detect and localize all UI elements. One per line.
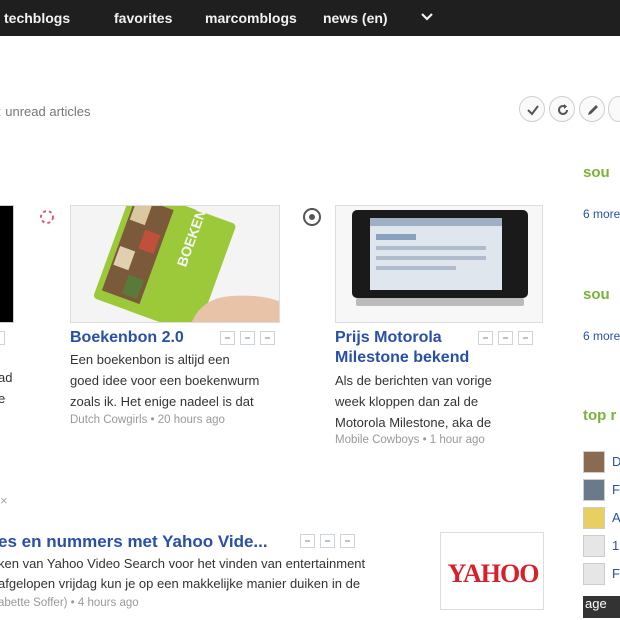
sidebar-section-title-2: sou [583,286,610,303]
sidebar-user-3[interactable]: A [612,510,620,525]
refresh-icon [558,104,568,115]
close-icon[interactable]: × [0,493,8,508]
refresh-button[interactable] [549,96,575,122]
close-action-icon[interactable] [260,331,275,345]
card-title-line-2[interactable]: Milestone bekend [335,348,469,368]
yahoo-logo: YAHOO [447,559,540,588]
avatar[interactable] [583,479,605,501]
sidebar-user-1[interactable]: D [612,454,620,469]
card-snippet-3: zoals ik. Het enige nadeel is dat [70,394,254,409]
sidebar-more-link-1[interactable]: 6 more [583,207,620,221]
avatar[interactable] [583,563,605,585]
share-action-icon[interactable] [498,331,513,345]
nav-item-techblogs[interactable]: techblogs [4,10,70,26]
sidebar-section-title-3: top r [583,407,617,424]
card-snippet-2: week kloppen dan zal de [335,394,479,409]
gear-icon[interactable] [302,207,322,227]
list-item-snippet-2: afgelopen vrijdag kun je op een makkelij… [0,576,361,591]
card-snippet-3: Motorola Milestone, aka de [335,415,492,430]
sidebar-bottom-label: age [583,596,620,618]
star-action-icon[interactable] [300,534,315,548]
card-actions-motorola[interactable] [478,331,534,345]
partial-card-actions[interactable] [0,331,10,345]
sidebar-user-2[interactable]: F [612,482,620,497]
gift-card-image: BOEKEN [71,206,279,322]
close-action-icon[interactable] [340,534,355,548]
card-image-motorola[interactable] [335,205,543,323]
list-item-meta: abette Soffer) • 4 hours ago [0,597,139,609]
close-action-icon[interactable] [518,331,533,345]
edit-button[interactable] [579,96,605,122]
unread-count-label: : unread articles [0,104,91,119]
sidebar-more-link-2[interactable]: 6 more [583,329,620,343]
star-action-icon[interactable] [478,331,493,345]
card-snippet-1: Als de berichten van vorige [335,373,492,388]
partial-card-image[interactable] [0,205,14,323]
loading-spinner-icon [40,210,54,224]
more-tools-button[interactable] [608,96,620,122]
card-image-boekenbon[interactable]: BOEKEN [70,205,280,323]
card-title-line-1[interactable]: Boekenbon 2.0 [70,329,184,346]
list-item-thumbnail[interactable]: YAHOO [440,532,544,610]
avatar[interactable] [583,507,605,529]
card-snippet-2: goed idee voor een boekenwurm [70,373,260,388]
card-meta-motorola: Mobile Cowboys • 1 hour ago [335,434,485,446]
card-meta-boekenbon: Dutch Cowgirls • 20 hours ago [70,414,225,426]
unread-label-text: unread articles [5,104,91,119]
sidebar-section-title-1: sou [583,164,610,181]
card-snippet-1: Een boekenbon is altijd een [70,352,230,367]
chevron-down-icon[interactable] [419,9,435,25]
sidebar-user-5[interactable]: F [612,566,620,581]
unread-count-partial: : [0,104,2,119]
top-nav-bar: techblogs favorites marcomblogs news (en… [0,0,620,36]
card-title-boekenbon[interactable]: Boekenbon 2.0 [70,328,184,348]
avatar[interactable] [583,535,605,557]
partial-card-snippet-2: e [0,391,6,406]
mark-read-button[interactable] [519,96,545,122]
list-item-snippet-1: ken van Yahoo Video Search voor het vind… [0,556,366,571]
nav-item-favorites[interactable]: favorites [114,10,172,26]
avatar[interactable] [583,451,605,473]
list-item-title[interactable]: es en nummers met Yahoo Vide... [0,532,268,552]
action-icon[interactable] [0,331,5,345]
share-action-icon[interactable] [320,534,335,548]
checkmark-icon [527,105,539,116]
nav-item-marcomblogs[interactable]: marcomblogs [205,10,297,26]
card-actions-boekenbon[interactable] [220,331,276,345]
sidebar-user-4[interactable]: 1 [612,538,619,553]
share-action-icon[interactable] [240,331,255,345]
phone-image [336,206,542,322]
list-item-actions[interactable] [300,534,356,548]
pencil-icon [588,105,598,115]
partial-card-snippet-1: ad [0,370,13,385]
card-title-line-1[interactable]: Prijs Motorola [335,328,469,348]
star-action-icon[interactable] [220,331,235,345]
card-title-motorola[interactable]: Prijs Motorola Milestone bekend [335,328,469,368]
nav-item-news-en[interactable]: news (en) [323,10,388,26]
